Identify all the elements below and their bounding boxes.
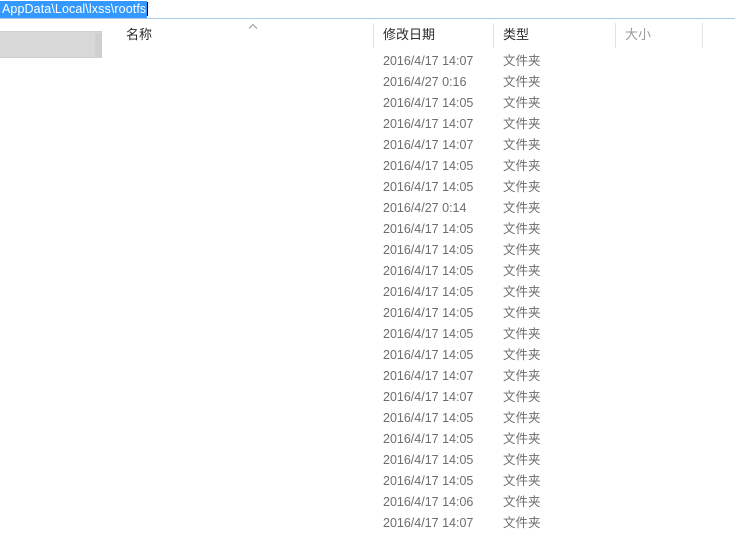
- table-row[interactable]: root2016/4/17 14:07文件夹: [110, 366, 735, 387]
- file-date-modified-cell: 2016/4/17 14:07: [383, 516, 474, 530]
- file-date-modified-cell: 2016/4/17 14:05: [383, 411, 474, 425]
- chevron-up-icon: [248, 23, 258, 30]
- file-type-cell: 文件夹: [503, 201, 541, 215]
- file-type-cell: 文件夹: [503, 243, 541, 257]
- table-row[interactable]: sbin2016/4/17 14:05文件夹: [110, 408, 735, 429]
- file-explorer-window: AppData\Local\lxss\rootfs 名称 修改日期 类型 大小 …: [0, 0, 735, 535]
- file-type-cell: 文件夹: [503, 495, 541, 509]
- file-type-cell: 文件夹: [503, 390, 541, 404]
- file-date-modified-cell: 2016/4/27 0:16: [383, 75, 467, 89]
- navigation-pane: [0, 19, 103, 535]
- column-header-date-modified[interactable]: 修改日期: [383, 19, 435, 51]
- table-row[interactable]: acct2016/4/17 14:07文件夹: [110, 51, 735, 72]
- file-date-modified-cell: 2016/4/17 14:05: [383, 159, 474, 173]
- file-type-cell: 文件夹: [503, 516, 541, 530]
- file-type-cell: 文件夹: [503, 264, 541, 278]
- file-type-cell: 文件夹: [503, 369, 541, 383]
- column-header-name[interactable]: 名称: [126, 19, 152, 51]
- file-type-cell: 文件夹: [503, 117, 541, 131]
- table-row[interactable]: boot2016/4/17 14:05文件夹: [110, 93, 735, 114]
- table-row[interactable]: cache2016/4/17 14:07文件夹: [110, 114, 735, 135]
- column-divider[interactable]: [615, 23, 616, 48]
- text-caret: [147, 2, 149, 16]
- file-type-cell: 文件夹: [503, 138, 541, 152]
- file-type-cell: 文件夹: [503, 222, 541, 236]
- table-row[interactable]: sys2016/4/17 14:05文件夹: [110, 450, 735, 471]
- file-date-modified-cell: 2016/4/17 14:05: [383, 96, 474, 110]
- file-type-cell: 文件夹: [503, 54, 541, 68]
- file-type-cell: 文件夹: [503, 411, 541, 425]
- table-row[interactable]: data2016/4/17 14:07文件夹: [110, 135, 735, 156]
- table-row[interactable]: proc2016/4/17 14:05文件夹: [110, 345, 735, 366]
- address-bar[interactable]: AppData\Local\lxss\rootfs: [0, 0, 735, 19]
- table-row[interactable]: lib642016/4/17 14:05文件夹: [110, 240, 735, 261]
- table-row[interactable]: media2016/4/17 14:05文件夹: [110, 282, 735, 303]
- address-input[interactable]: AppData\Local\lxss\rootfs: [0, 0, 149, 18]
- file-type-cell: 文件夹: [503, 453, 541, 467]
- file-date-modified-cell: 2016/4/17 14:06: [383, 495, 474, 509]
- file-date-modified-cell: 2016/4/17 14:07: [383, 117, 474, 131]
- file-date-modified-cell: 2016/4/17 14:07: [383, 54, 474, 68]
- table-row[interactable]: usr2016/4/17 14:06文件夹: [110, 492, 735, 513]
- file-type-cell: 文件夹: [503, 474, 541, 488]
- file-date-modified-cell: 2016/4/17 14:05: [383, 306, 474, 320]
- column-divider[interactable]: [702, 23, 703, 48]
- table-row[interactable]: bin2016/4/27 0:16文件夹: [110, 72, 735, 93]
- file-date-modified-cell: 2016/4/27 0:14: [383, 201, 467, 215]
- file-type-cell: 文件夹: [503, 75, 541, 89]
- nav-pane-placeholder[interactable]: [0, 31, 102, 58]
- table-row[interactable]: etc2016/4/17 14:05文件夹: [110, 177, 735, 198]
- address-selected-text[interactable]: AppData\Local\lxss\rootfs: [0, 1, 148, 18]
- file-date-modified-cell: 2016/4/17 14:05: [383, 474, 474, 488]
- file-date-modified-cell: 2016/4/17 14:07: [383, 138, 474, 152]
- table-row[interactable]: mnt2016/4/17 14:05文件夹: [110, 303, 735, 324]
- nav-pane-handle[interactable]: [95, 33, 101, 57]
- file-date-modified-cell: 2016/4/17 14:05: [383, 432, 474, 446]
- file-date-modified-cell: 2016/4/17 14:05: [383, 243, 474, 257]
- file-type-cell: 文件夹: [503, 159, 541, 173]
- file-date-modified-cell: 2016/4/17 14:05: [383, 348, 474, 362]
- table-row[interactable]: lost+found2016/4/17 14:05文件夹: [110, 261, 735, 282]
- table-row[interactable]: tmp2016/4/17 14:05文件夹: [110, 471, 735, 492]
- file-date-modified-cell: 2016/4/17 14:07: [383, 390, 474, 404]
- table-row[interactable]: srv2016/4/17 14:05文件夹: [110, 429, 735, 450]
- table-row[interactable]: opt2016/4/17 14:05文件夹: [110, 324, 735, 345]
- table-row[interactable]: var2016/4/17 14:07文件夹: [110, 513, 735, 534]
- file-type-cell: 文件夹: [503, 306, 541, 320]
- table-row[interactable]: lib2016/4/17 14:05文件夹: [110, 219, 735, 240]
- column-header-type[interactable]: 类型: [503, 19, 529, 51]
- table-row[interactable]: run2016/4/17 14:07文件夹: [110, 387, 735, 408]
- column-divider[interactable]: [493, 23, 494, 48]
- file-date-modified-cell: 2016/4/17 14:05: [383, 285, 474, 299]
- file-date-modified-cell: 2016/4/17 14:05: [383, 264, 474, 278]
- column-divider[interactable]: [373, 23, 374, 48]
- column-header-row: 名称 修改日期 类型 大小: [110, 19, 735, 51]
- table-row[interactable]: home2016/4/27 0:14文件夹: [110, 198, 735, 219]
- table-row[interactable]: dev2016/4/17 14:05文件夹: [110, 156, 735, 177]
- file-type-cell: 文件夹: [503, 432, 541, 446]
- file-date-modified-cell: 2016/4/17 14:07: [383, 369, 474, 383]
- file-type-cell: 文件夹: [503, 180, 541, 194]
- file-date-modified-cell: 2016/4/17 14:05: [383, 180, 474, 194]
- file-date-modified-cell: 2016/4/17 14:05: [383, 327, 474, 341]
- file-type-cell: 文件夹: [503, 96, 541, 110]
- file-list[interactable]: acct2016/4/17 14:07文件夹bin2016/4/27 0:16文…: [110, 51, 735, 535]
- file-date-modified-cell: 2016/4/17 14:05: [383, 222, 474, 236]
- file-type-cell: 文件夹: [503, 327, 541, 341]
- file-type-cell: 文件夹: [503, 285, 541, 299]
- file-type-cell: 文件夹: [503, 348, 541, 362]
- column-header-size[interactable]: 大小: [625, 19, 651, 51]
- file-date-modified-cell: 2016/4/17 14:05: [383, 453, 474, 467]
